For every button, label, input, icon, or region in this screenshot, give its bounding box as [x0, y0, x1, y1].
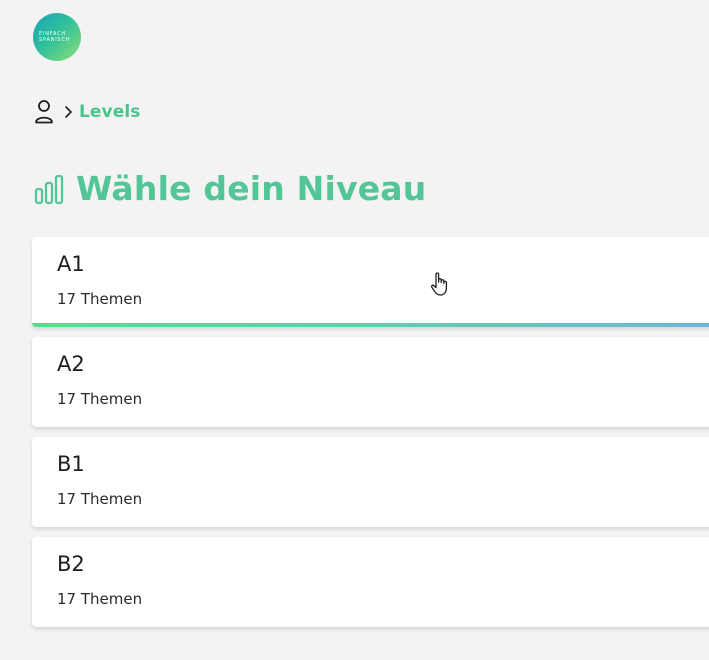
logo-text-line-2: SPANISCH: [39, 37, 71, 43]
chevron-right-icon: [63, 105, 73, 119]
level-list: A1 17 Themen A2 17 Themen B1 17 Themen B…: [32, 237, 709, 637]
breadcrumb: Levels: [33, 99, 141, 125]
breadcrumb-current[interactable]: Levels: [79, 102, 141, 122]
hand-pointer-cursor-icon: [430, 271, 450, 297]
level-name: B2: [57, 552, 85, 576]
level-name: A2: [57, 352, 85, 376]
level-card-b1[interactable]: B1 17 Themen: [32, 437, 709, 527]
user-icon[interactable]: [33, 99, 55, 125]
level-name: B1: [57, 452, 85, 476]
level-topic-count: 17 Themen: [57, 490, 143, 508]
level-card-a2[interactable]: A2 17 Themen: [32, 337, 709, 427]
brand-logo[interactable]: EINFACH SPANISCH: [33, 13, 81, 61]
page-header: Wähle dein Niveau: [34, 168, 426, 210]
level-topic-count: 17 Themen: [57, 590, 143, 608]
bar-chart-icon: [34, 171, 64, 207]
level-card-b2[interactable]: B2 17 Themen: [32, 537, 709, 627]
level-card-a1[interactable]: A1 17 Themen: [32, 237, 709, 327]
level-topic-count: 17 Themen: [57, 390, 143, 408]
level-name: A1: [57, 252, 85, 276]
level-topic-count: 17 Themen: [57, 290, 143, 308]
page-title: Wähle dein Niveau: [76, 169, 427, 208]
